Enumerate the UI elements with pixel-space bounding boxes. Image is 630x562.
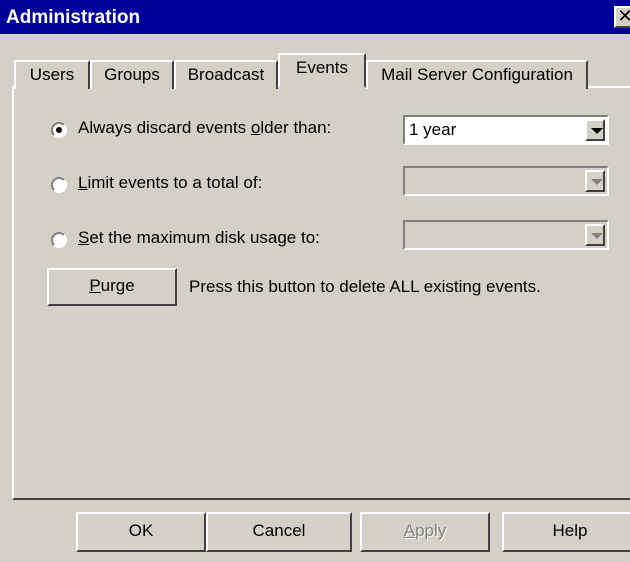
- tab-mail-server-configuration[interactable]: Mail Server Configuration: [366, 60, 588, 89]
- purge-button[interactable]: Purge: [47, 268, 177, 306]
- apply-button[interactable]: Apply: [360, 512, 490, 552]
- ok-button[interactable]: OK: [76, 512, 206, 552]
- limit-total-select[interactable]: [403, 166, 609, 196]
- tab-broadcast-label: Broadcast: [187, 65, 265, 84]
- radio-selected-dot: [56, 127, 62, 133]
- tab-events[interactable]: Events: [278, 53, 366, 88]
- purge-description: Press this button to delete ALL existing…: [189, 277, 541, 296]
- label-max-disk: Set the maximum disk usage to:: [78, 228, 320, 247]
- radio-max-disk[interactable]: [51, 232, 67, 248]
- tab-mail-server-configuration-label: Mail Server Configuration: [381, 65, 573, 84]
- tab-events-label: Events: [296, 58, 348, 77]
- label-discard-older: Always discard events older than:: [78, 118, 332, 137]
- max-disk-select[interactable]: [403, 220, 609, 250]
- tab-users[interactable]: Users: [14, 60, 90, 89]
- discard-age-value: 1 year: [409, 120, 457, 139]
- discard-age-select[interactable]: 1 year: [403, 115, 609, 145]
- title-bar: Administration ✕: [0, 0, 630, 34]
- tab-users-label: Users: [29, 65, 75, 84]
- close-button[interactable]: ✕: [614, 6, 630, 28]
- max-disk-dropdown-button[interactable]: [585, 224, 605, 246]
- chevron-down-icon: [591, 179, 603, 185]
- cancel-button[interactable]: Cancel: [206, 512, 352, 552]
- limit-total-dropdown-button[interactable]: [585, 170, 605, 192]
- tab-broadcast[interactable]: Broadcast: [174, 60, 278, 89]
- close-icon: ✕: [617, 6, 630, 26]
- chevron-down-icon: [591, 128, 603, 134]
- window-title: Administration: [6, 7, 141, 28]
- tab-groups[interactable]: Groups: [90, 60, 174, 89]
- label-limit-total: Limit events to a total of:: [78, 173, 263, 192]
- chevron-down-icon: [591, 233, 603, 239]
- help-button[interactable]: Help: [502, 512, 630, 552]
- radio-discard-older[interactable]: [51, 122, 67, 138]
- discard-age-dropdown-button[interactable]: [585, 119, 605, 141]
- tab-groups-label: Groups: [104, 65, 160, 84]
- radio-limit-total[interactable]: [51, 177, 67, 193]
